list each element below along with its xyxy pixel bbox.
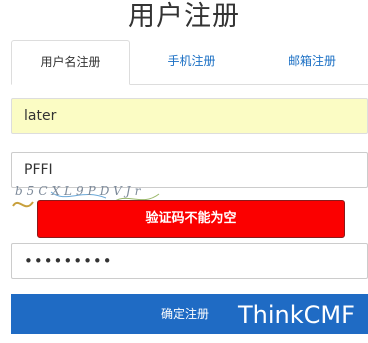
brand-watermark: ThinkCMF [238,301,355,329]
registration-tabs: 用户名注册 手机注册 邮箱注册 [11,40,368,85]
password-input[interactable]: ••••••••• [11,243,368,279]
submit-label: 确定注册 [161,307,210,321]
tab-email-register[interactable]: 邮箱注册 [256,40,368,84]
captcha-text: b5CXL9PDVJr [15,184,145,198]
submit-button[interactable]: 确定注册 ThinkCMF [11,294,368,334]
page-title: 用户注册 [128,1,240,32]
username-input[interactable]: later [11,98,368,134]
tab-phone-register[interactable]: 手机注册 [139,40,244,84]
tab-username-register[interactable]: 用户名注册 [11,40,130,85]
captcha-input[interactable]: PFFI [11,152,368,188]
error-toast: 验证码不能为空 [37,200,345,238]
